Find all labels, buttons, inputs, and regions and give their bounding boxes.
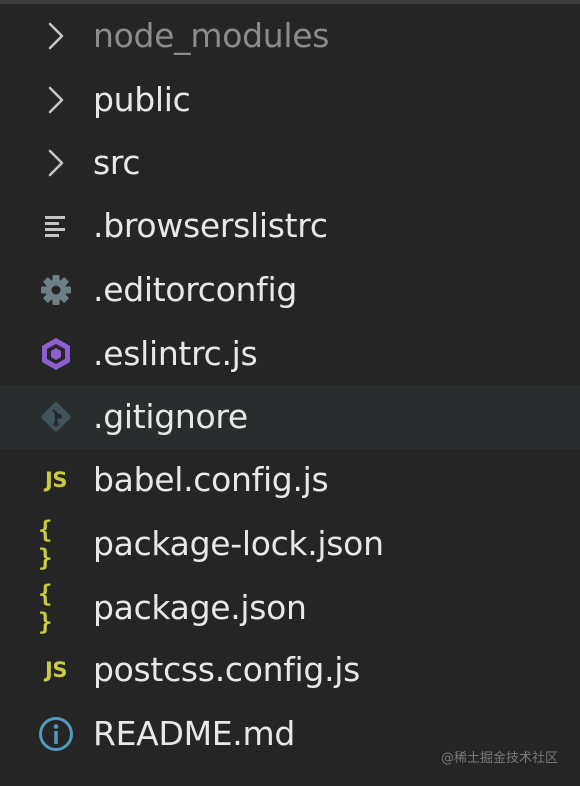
- gear-icon: [38, 272, 74, 308]
- tree-item-node-modules[interactable]: node_modules: [0, 4, 580, 68]
- js-file-icon: JS: [45, 468, 67, 492]
- lines-file-icon: [38, 208, 74, 244]
- chevron-right-icon[interactable]: [38, 145, 74, 181]
- tree-item-label: .gitignore: [93, 397, 248, 436]
- tree-item-babel-config[interactable]: JS babel.config.js: [0, 448, 580, 512]
- tree-item-label: babel.config.js: [93, 460, 329, 499]
- tree-item-browserslistrc[interactable]: .browserslistrc: [0, 194, 580, 258]
- tree-item-label: public: [93, 80, 191, 119]
- tree-item-postcss-config[interactable]: JS postcss.config.js: [0, 638, 580, 702]
- tree-item-public[interactable]: public: [0, 68, 580, 132]
- chevron-right-icon[interactable]: [38, 18, 74, 54]
- watermark: @稀土掘金技术社区: [440, 751, 558, 766]
- tree-item-label: .eslintrc.js: [93, 334, 258, 373]
- json-file-icon: { }: [38, 516, 55, 572]
- tree-item-label: src: [93, 143, 141, 182]
- chevron-right-icon[interactable]: [38, 82, 74, 118]
- eslint-icon: [38, 336, 74, 372]
- tree-item-label: package-lock.json: [93, 524, 384, 563]
- tree-item-src[interactable]: src: [0, 131, 580, 195]
- tree-item-label: .editorconfig: [93, 270, 297, 309]
- tree-item-label: node_modules: [93, 16, 330, 55]
- tree-item-package-lock[interactable]: { } package-lock.json: [0, 512, 580, 576]
- tree-item-label: package.json: [93, 588, 307, 627]
- tree-item-package-json[interactable]: { } package.json: [0, 576, 580, 640]
- git-icon: [38, 399, 74, 435]
- tree-item-eslintrc[interactable]: .eslintrc.js: [0, 322, 580, 386]
- js-file-icon: JS: [45, 658, 67, 682]
- tree-item-label: README.md: [93, 714, 295, 753]
- tree-item-editorconfig[interactable]: .editorconfig: [0, 258, 580, 322]
- tree-item-gitignore[interactable]: .gitignore: [0, 385, 580, 449]
- info-icon: [38, 716, 74, 752]
- file-explorer: node_modules public src .browserslistrc: [0, 0, 580, 786]
- tree-item-label: postcss.config.js: [93, 650, 361, 689]
- json-file-icon: { }: [38, 580, 55, 636]
- tree-item-label: .browserslistrc: [93, 206, 328, 245]
